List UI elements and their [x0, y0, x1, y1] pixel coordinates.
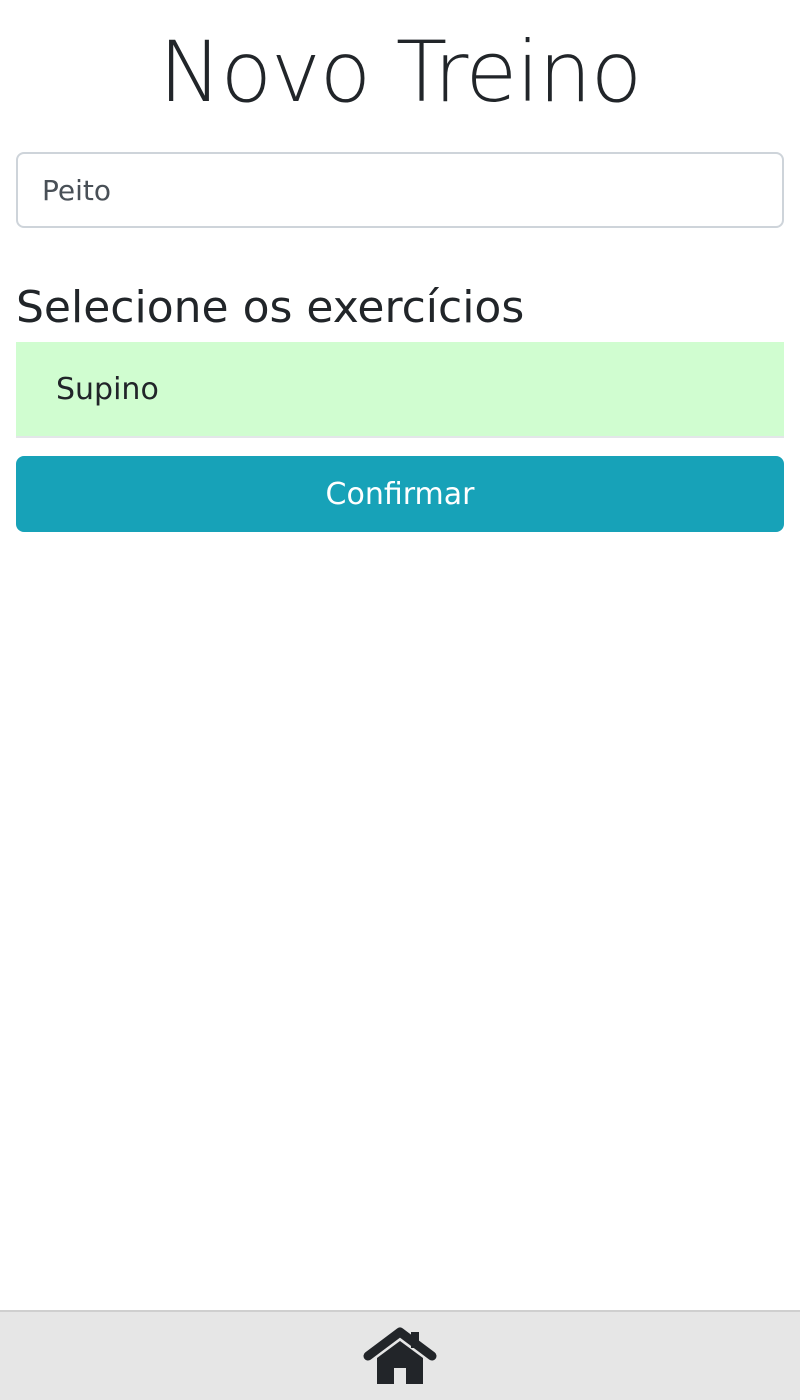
bottom-nav-bar: [0, 1310, 800, 1400]
confirm-button[interactable]: Confirmar: [16, 456, 784, 532]
home-icon: [363, 1327, 437, 1384]
exercise-item-label: Supino: [56, 371, 159, 407]
home-button[interactable]: [363, 1326, 437, 1386]
page-title: Novo Treino: [158, 23, 642, 121]
exercises-heading: Selecione os exercícios: [16, 282, 525, 333]
workout-name-input[interactable]: [16, 152, 784, 228]
new-workout-page: Novo Treino Selecione os exercícios Supi…: [0, 0, 800, 1310]
exercise-item-supino[interactable]: Supino: [16, 342, 784, 438]
exercise-list: Supino: [16, 342, 784, 438]
